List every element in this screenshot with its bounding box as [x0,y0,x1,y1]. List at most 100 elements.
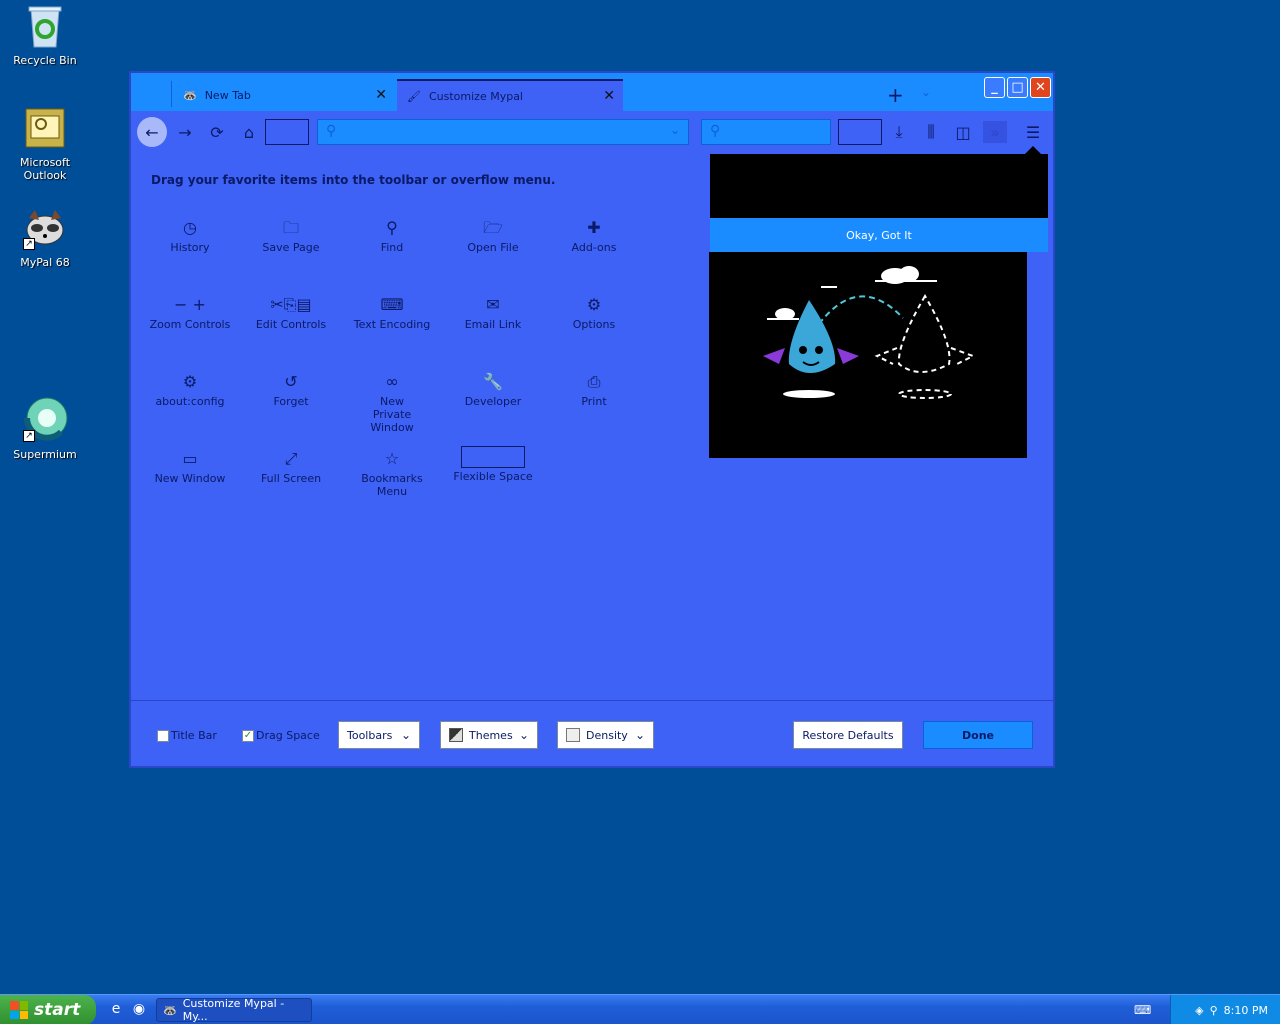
popup-illustration [709,252,1027,458]
open-file-icon: 🗁 [483,218,503,237]
desktop-icon-label: Recycle Bin [13,54,77,67]
desktop-icon-supermium[interactable]: ↗ Supermium [0,396,90,461]
palette-item-about-config[interactable]: ⚙ about:config [140,371,240,408]
palette-item-bookmarks-menu[interactable]: ☆ Bookmarks Menu [342,448,442,498]
checkbox-box[interactable] [157,729,169,742]
system-tray: ◈ ⚲ 8:10 PM [1170,995,1280,1024]
reload-button[interactable]: ⟳ [205,121,229,143]
tab-customize[interactable]: 🖌 Customize Mypal ✕ [397,79,623,111]
palette-item-open-file[interactable]: 🗁 Open File [443,217,543,254]
palette-item-options[interactable]: ⚙ Options [544,294,644,331]
gear-icon: ⚙ [182,372,198,391]
edit-icon: ✂⎘▤ [270,295,312,314]
palette-item-label: History [170,241,210,254]
drag-space-checkbox[interactable]: ✓ Drag Space [242,729,320,742]
palette-item-find[interactable]: ⚲ Find [342,217,442,254]
sidebar-icon[interactable]: ◫ [951,121,975,143]
palette-item-edit-controls[interactable]: ✂⎘▤ Edit Controls [241,294,341,331]
ie-secondary-icon[interactable]: ◉ [130,1001,148,1019]
palette-item-label: Flexible Space [453,470,533,483]
shortcut-arrow-icon: ↗ [23,430,35,442]
checkbox-label: Title Bar [171,729,217,742]
close-window-button[interactable]: ✕ [1030,77,1051,98]
chevron-down-icon: ⌄ [634,728,645,742]
desktop-icon-label: Microsoft Outlook [19,156,71,182]
close-icon[interactable]: ✕ [603,88,615,104]
restore-defaults-button[interactable]: Restore Defaults [793,721,903,749]
encoding-icon: ⌨ [380,295,404,314]
desktop-icon-label: MyPal 68 [20,256,70,269]
title-bar-checkbox[interactable]: Title Bar [157,729,217,742]
desktop-icon-outlook[interactable]: Microsoft Outlook [0,104,90,182]
start-button[interactable]: start [0,995,96,1024]
raccoon-icon: ↗ [21,204,69,252]
tab-separator [171,81,172,107]
palette-item-new-private-window[interactable]: ∞ New Private Window [342,371,442,434]
chevron-down-icon[interactable]: ⌄ [670,123,680,137]
overflow-icon[interactable]: » [983,121,1007,143]
supermium-icon: ↗ [21,396,69,444]
tab-new-tab[interactable]: 🦝 New Tab ✕ [173,79,395,111]
palette-item-history[interactable]: ◷ History [140,217,240,254]
desktop-icon-label: Supermium [13,448,77,461]
new-window-icon: ▭ [182,449,198,468]
palette-item-text-encoding[interactable]: ⌨ Text Encoding [342,294,442,331]
search-icon[interactable]: ⚲ [1210,1004,1218,1017]
minimize-button[interactable]: _ [984,77,1005,98]
ie-icon[interactable]: e [107,1001,125,1019]
brush-icon: 🖌 [407,89,421,103]
palette-item-full-screen[interactable]: ⤢ Full Screen [241,448,341,485]
raccoon-icon: 🦝 [183,88,197,102]
checkbox-box-checked[interactable]: ✓ [242,729,254,742]
okay-got-it-button[interactable]: Okay, Got It [710,218,1048,252]
network-icon[interactable]: ◈ [1195,1004,1203,1017]
themes-dropdown[interactable]: Themes ⌄ [440,721,538,749]
desktop-icon-recycle-bin[interactable]: Recycle Bin [0,2,90,67]
palette-item-add-ons[interactable]: ✚ Add-ons [544,217,644,254]
palette-item-forget[interactable]: ↺ Forget [241,371,341,408]
palette-item-print[interactable]: ⎙ Print [544,371,644,408]
search-bar[interactable]: ⚲ [701,119,831,145]
gear-icon: ⚙ [586,295,602,314]
download-icon[interactable]: ⤓ [887,121,911,143]
tab-list-chevron-icon[interactable]: ⌄ [921,85,931,99]
save-page-icon: 🗀 [282,218,299,237]
toolbars-dropdown[interactable]: Toolbars ⌄ [338,721,420,749]
palette-item-label: Email Link [464,318,522,331]
close-icon[interactable]: ✕ [375,87,387,103]
back-button[interactable]: ← [137,117,167,147]
clock-icon: ◷ [183,218,197,237]
palette-heading: Drag your favorite items into the toolba… [151,173,556,187]
taskbar-button-customize-mypal[interactable]: 🦝 Customize Mypal - My... [156,997,312,1023]
palette-item-zoom-controls[interactable]: − + Zoom Controls [140,294,240,331]
palette-item-developer[interactable]: 🔧 Developer [443,371,543,408]
theme-swatch-icon [449,728,463,742]
menu-icon[interactable]: ☰ [1021,121,1045,143]
palette-item-label: New Window [154,472,226,485]
palette-item-label: Find [380,241,404,254]
chevron-down-icon: ⌄ [400,728,411,742]
keyboard-icon[interactable]: ⌨ [1134,1003,1151,1017]
palette-item-email-link[interactable]: ✉ Email Link [443,294,543,331]
library-icon[interactable]: ⫼ [919,121,943,143]
zoom-icon: − + [174,295,206,314]
maximize-button[interactable]: □ [1007,77,1028,98]
palette-item-new-window[interactable]: ▭ New Window [140,448,240,485]
palette-item-flexible-space[interactable]: Flexible Space [443,446,543,483]
palette-item-label: Edit Controls [255,318,327,331]
window-controls: _ □ ✕ [984,77,1051,98]
forward-button[interactable]: → [173,121,197,143]
density-dropdown[interactable]: Density ⌄ [557,721,654,749]
palette-item-label: Zoom Controls [149,318,231,331]
palette-item-label: Forget [273,395,309,408]
mask-icon: ∞ [385,372,399,391]
done-button[interactable]: Done [923,721,1033,749]
palette-item-save-page[interactable]: 🗀 Save Page [241,217,341,254]
palette-item-label: Open File [467,241,519,254]
home-button[interactable]: ⌂ [237,121,261,143]
nav-toolbar: ← → ⟳ ⌂ ⚲ ⌄ ⚲ ⤓ ⫼ ◫ » ☰ [131,111,1053,153]
desktop-icon-mypal[interactable]: ↗ MyPal 68 [0,204,90,269]
toolbar-spring-box [265,119,309,145]
new-tab-button[interactable]: + [887,83,904,107]
url-bar[interactable]: ⚲ ⌄ [317,119,689,145]
